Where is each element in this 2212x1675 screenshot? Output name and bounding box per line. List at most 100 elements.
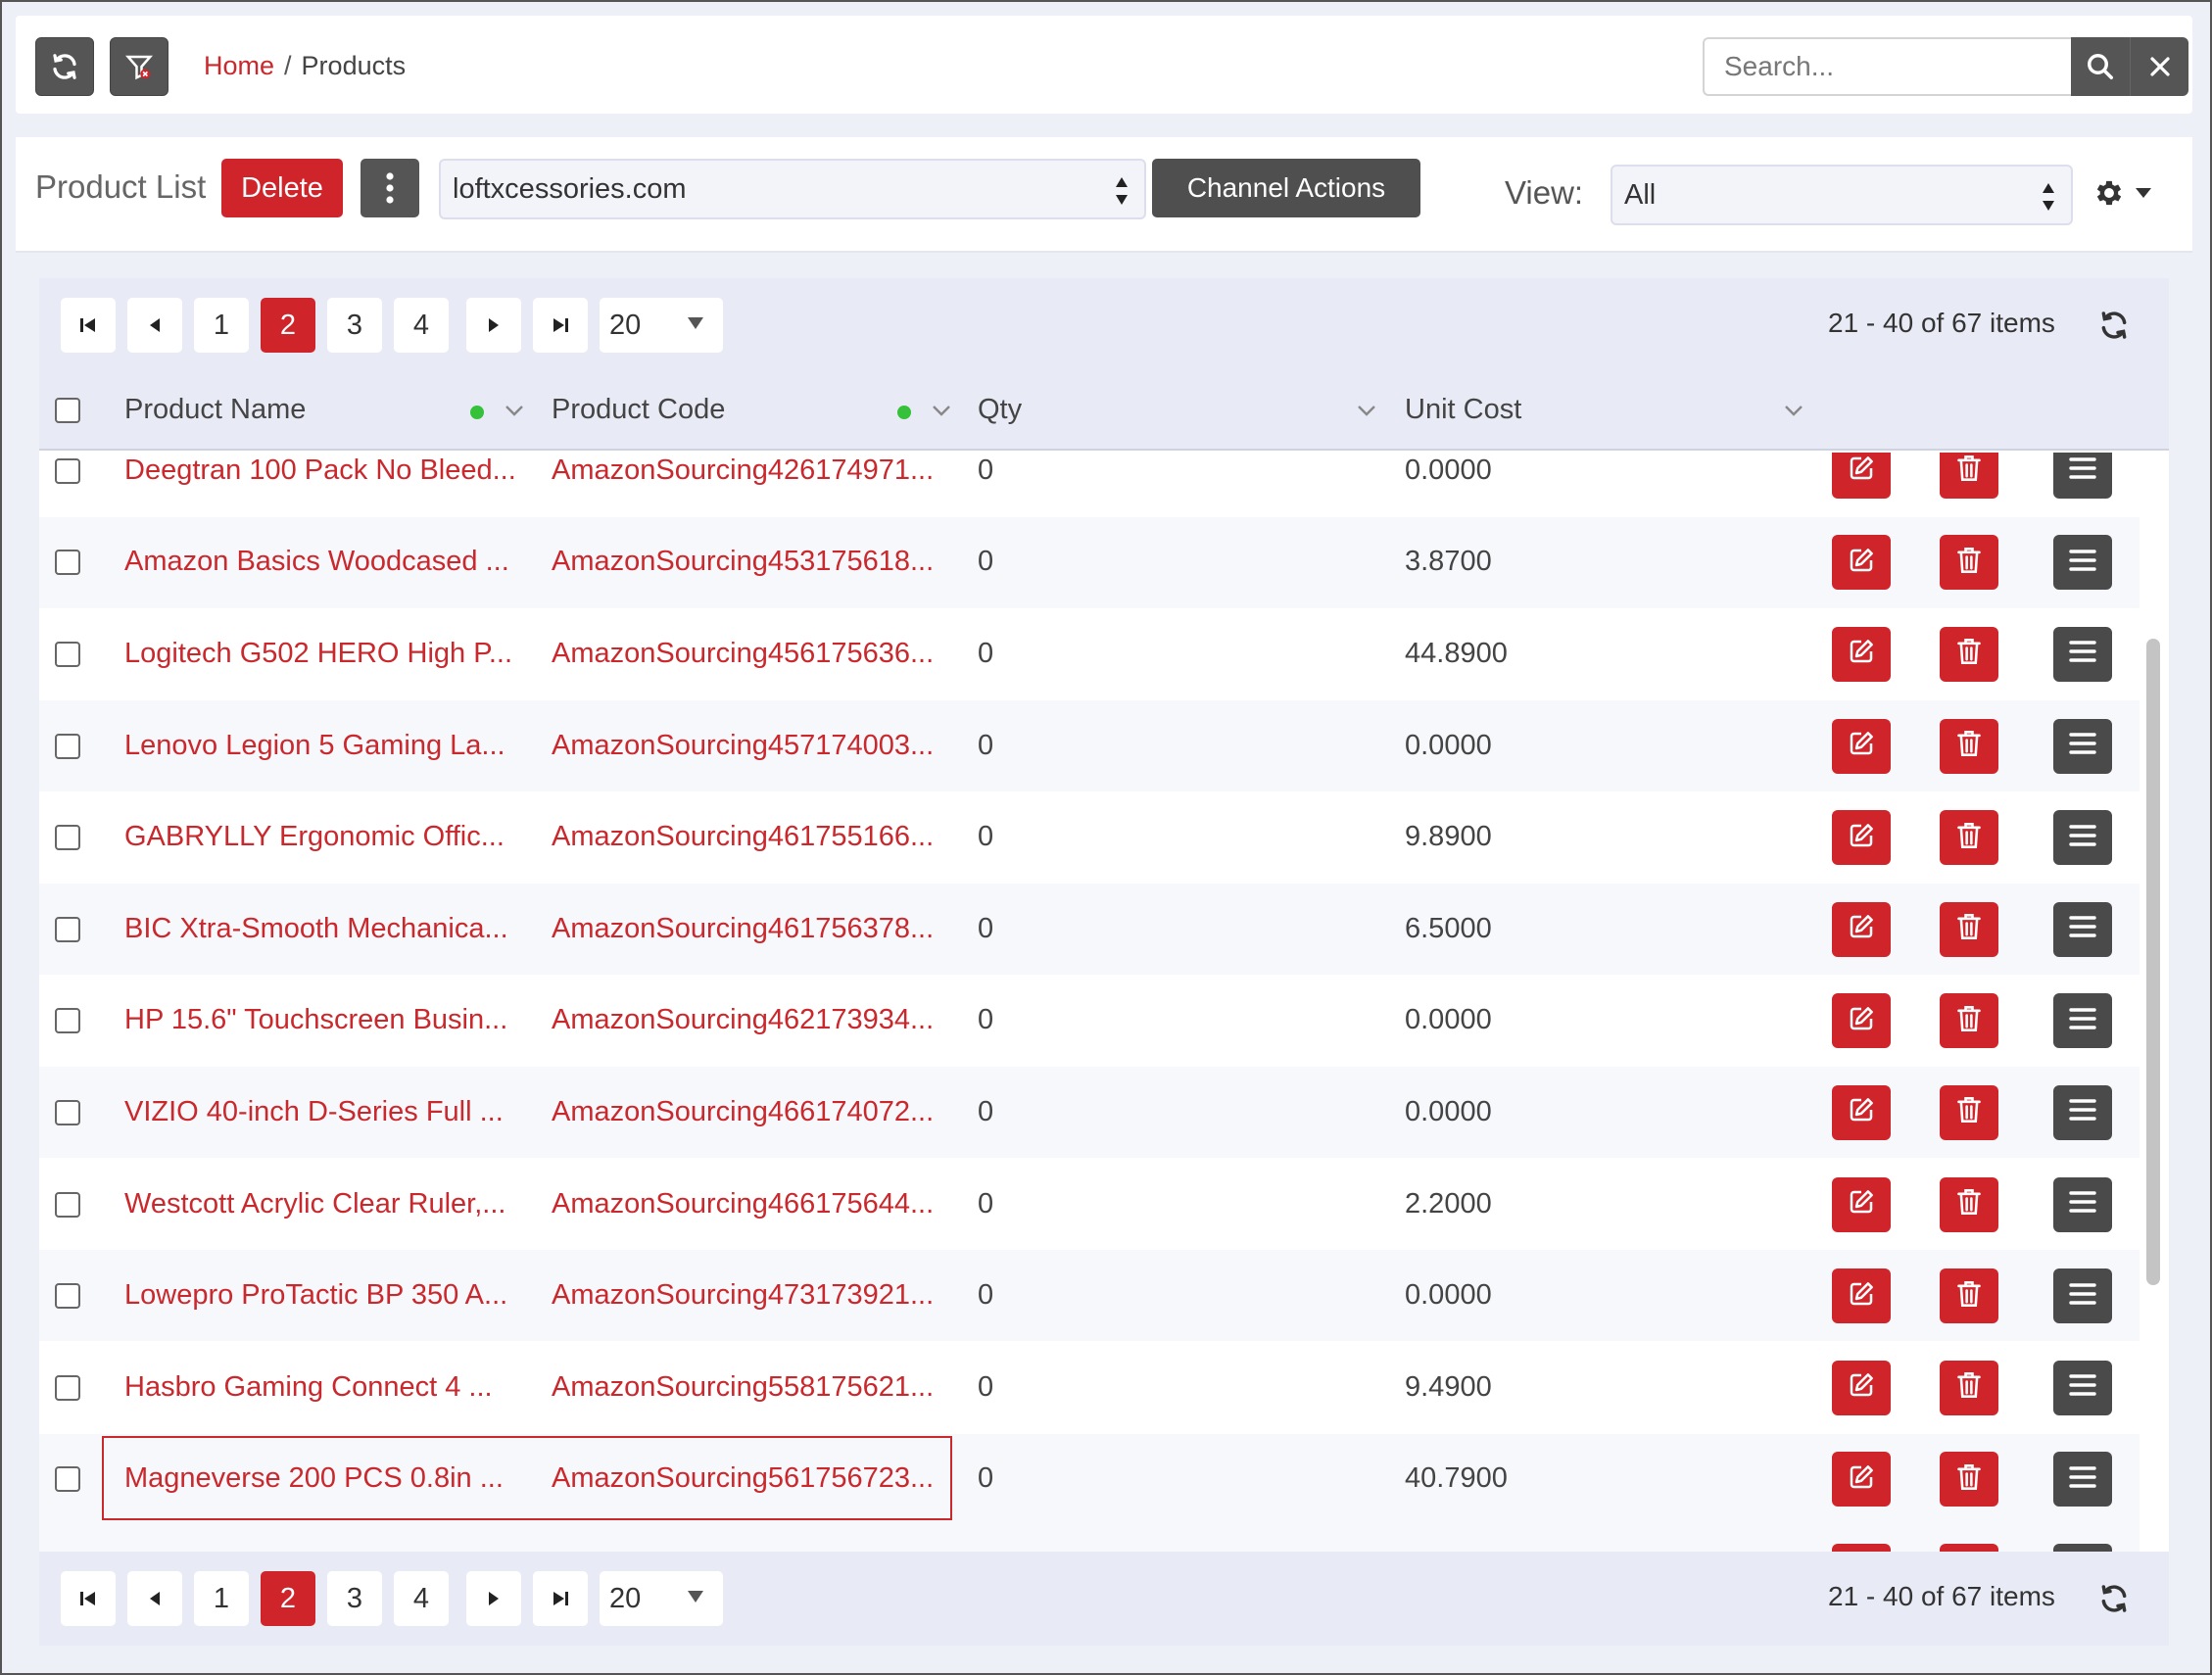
page-1-button[interactable]: 1 — [194, 298, 249, 353]
table-row[interactable]: GABRYLLY Ergonomic Offic... AmazonSourcin… — [39, 791, 2140, 883]
product-name-link[interactable]: Deegtran 100 Pack No Bleed... — [124, 455, 516, 487]
row-checkbox[interactable] — [55, 550, 80, 576]
row-menu-button[interactable] — [2053, 626, 2112, 682]
row-menu-button[interactable] — [2053, 1543, 2112, 1552]
row-checkbox[interactable] — [55, 1374, 80, 1401]
page-1-button[interactable]: 1 — [194, 1571, 249, 1626]
table-row[interactable]: Deegtran 100 Pack No Bleed... AmazonSourc… — [39, 453, 2140, 516]
row-menu-button[interactable] — [2053, 718, 2112, 774]
page-size-select[interactable]: 20 — [600, 1571, 723, 1626]
row-menu-button[interactable] — [2053, 1084, 2112, 1140]
product-code-link[interactable]: AmazonSourcing461755166... — [552, 821, 934, 853]
product-name-link[interactable]: Logitech G502 HERO High P... — [124, 638, 512, 670]
edit-button[interactable] — [1832, 1268, 1891, 1324]
row-checkbox[interactable] — [55, 733, 80, 759]
table-row[interactable]: BIC Xtra-Smooth Mechanica... AmazonSourci… — [39, 884, 2140, 975]
table-row[interactable]: Logitech G502 HERO High P... AmazonSourci… — [39, 608, 2140, 699]
row-menu-button[interactable] — [2053, 993, 2112, 1049]
row-menu-button[interactable] — [2053, 1360, 2112, 1415]
edit-button[interactable] — [1832, 626, 1891, 682]
row-menu-button[interactable] — [2053, 901, 2112, 957]
product-name-link[interactable]: BIC Xtra-Smooth Mechanica... — [124, 913, 508, 945]
table-row[interactable]: Lowepro ProTactic BP 350 A... AmazonSourc… — [39, 1250, 2140, 1342]
edit-button[interactable] — [1832, 810, 1891, 866]
edit-button[interactable] — [1832, 718, 1891, 774]
product-name-link[interactable]: VIZIO 40-inch D-Series Full ... — [124, 1096, 504, 1128]
product-name-link[interactable]: GABRYLLY Ergonomic Offic... — [124, 821, 505, 853]
delete-row-button[interactable] — [1940, 993, 1998, 1049]
clear-filter-button[interactable] — [110, 37, 168, 96]
page-4-button[interactable]: 4 — [394, 1571, 449, 1626]
product-code-link[interactable]: AmazonSourcing473173921... — [552, 1279, 934, 1312]
next-page-button[interactable] — [466, 1571, 521, 1626]
column-header-unit-cost[interactable]: Unit Cost — [1405, 394, 1521, 426]
channel-select[interactable]: loftxcessories.com — [439, 159, 1146, 219]
product-name-link[interactable]: Magneverse 200 PCS 0.8in ... — [124, 1462, 504, 1495]
prev-page-button[interactable] — [127, 1571, 182, 1626]
product-code-link[interactable]: AmazonSourcing462173934... — [552, 1004, 934, 1036]
delete-row-button[interactable] — [1940, 718, 1998, 774]
refresh-icon[interactable] — [2098, 310, 2130, 341]
edit-button[interactable] — [1832, 1543, 1891, 1552]
column-header-product-name[interactable]: Product Name — [124, 394, 306, 426]
row-menu-button[interactable] — [2053, 1268, 2112, 1324]
row-checkbox[interactable] — [55, 1283, 80, 1310]
page-3-button[interactable]: 3 — [327, 298, 382, 353]
edit-button[interactable] — [1832, 1084, 1891, 1140]
product-code-link[interactable]: AmazonSourcing426174971... — [552, 455, 934, 487]
row-checkbox[interactable] — [55, 916, 80, 942]
delete-row-button[interactable] — [1940, 901, 1998, 957]
delete-row-button[interactable] — [1940, 1360, 1998, 1415]
delete-row-button[interactable] — [1940, 535, 1998, 591]
column-header-product-code[interactable]: Product Code — [552, 394, 725, 426]
chevron-down-icon[interactable] — [931, 396, 952, 425]
row-checkbox[interactable] — [55, 1008, 80, 1034]
table-row[interactable]: VIZIO 40-inch D-Series Full ... AmazonSou… — [39, 1067, 2140, 1159]
row-checkbox[interactable] — [55, 1191, 80, 1218]
product-name-link[interactable]: Westcott Acrylic Clear Ruler,... — [124, 1188, 505, 1220]
row-checkbox[interactable] — [55, 825, 80, 851]
product-code-link[interactable]: AmazonSourcing461756378... — [552, 913, 934, 945]
chevron-down-icon[interactable] — [1356, 396, 1377, 425]
row-checkbox[interactable] — [55, 641, 80, 667]
delete-row-button[interactable] — [1940, 1084, 1998, 1140]
last-page-button[interactable] — [533, 1571, 588, 1626]
page-2-button[interactable]: 2 — [261, 298, 315, 353]
product-code-link[interactable]: AmazonSourcing558175621... — [552, 1371, 934, 1404]
row-checkbox[interactable] — [55, 1466, 80, 1493]
edit-button[interactable] — [1832, 1176, 1891, 1232]
page-4-button[interactable]: 4 — [394, 298, 449, 353]
edit-button[interactable] — [1832, 901, 1891, 957]
search-input[interactable] — [1703, 37, 2071, 96]
product-code-link[interactable]: AmazonSourcing466175644... — [552, 1188, 934, 1220]
product-name-link[interactable]: Amazon Basics Woodcased ... — [124, 546, 509, 578]
delete-row-button[interactable] — [1940, 1452, 1998, 1508]
edit-button[interactable] — [1832, 993, 1891, 1049]
delete-row-button[interactable] — [1940, 626, 1998, 682]
row-checkbox[interactable] — [55, 1099, 80, 1125]
search-button[interactable] — [2071, 37, 2130, 96]
table-row[interactable]: Hasbro Gaming Connect 4 ... AmazonSourcin… — [39, 1342, 2140, 1433]
page-3-button[interactable]: 3 — [327, 1571, 382, 1626]
delete-row-button[interactable] — [1940, 453, 1998, 499]
view-select[interactable]: All — [1611, 165, 2073, 225]
page-2-button[interactable]: 2 — [261, 1571, 315, 1626]
chevron-down-icon[interactable] — [1783, 396, 1804, 425]
product-code-link[interactable]: AmazonSourcing457174003... — [552, 730, 934, 762]
table-row[interactable]: Amazon Basics Woodcased ... AmazonSourcin… — [39, 516, 2140, 608]
row-menu-button[interactable] — [2053, 453, 2112, 499]
page-size-select[interactable]: 20 — [600, 298, 723, 353]
edit-button[interactable] — [1832, 1452, 1891, 1508]
column-header-qty[interactable]: Qty — [978, 394, 1022, 426]
row-menu-button[interactable] — [2053, 1176, 2112, 1232]
edit-button[interactable] — [1832, 453, 1891, 499]
next-page-button[interactable] — [466, 298, 521, 353]
table-row[interactable]: Westcott Acrylic Clear Ruler,... AmazonSo… — [39, 1159, 2140, 1250]
table-row[interactable]: Lenovo Legion 5 Gaming La... AmazonSourci… — [39, 699, 2140, 791]
chevron-down-icon[interactable] — [504, 396, 525, 425]
more-actions-button[interactable] — [361, 159, 419, 217]
scrollbar-thumb[interactable] — [2146, 639, 2160, 1285]
product-code-link[interactable]: AmazonSourcing453175618... — [552, 546, 934, 578]
product-code-link[interactable]: AmazonSourcing561756723... — [552, 1462, 934, 1495]
refresh-button[interactable] — [35, 37, 94, 96]
